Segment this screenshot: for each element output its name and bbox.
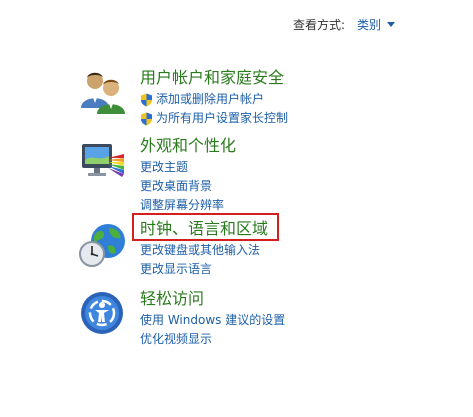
chevron-down-icon[interactable] (387, 22, 395, 27)
view-by-dropdown[interactable]: 类别 (357, 16, 395, 33)
category-title[interactable]: 轻松访问 (140, 289, 204, 309)
change-keyboard-input-method-link[interactable]: 更改键盘或其他输入法 (140, 241, 260, 260)
change-desktop-background-link[interactable]: 更改桌面背景 (140, 177, 224, 196)
clock-globe-icon[interactable] (78, 219, 128, 269)
use-recommended-settings-link[interactable]: 使用 Windows 建议的设置 (140, 311, 285, 330)
optimize-video-display-link[interactable]: 优化视频显示 (140, 330, 285, 349)
link-label[interactable]: 为所有用户设置家长控制 (156, 109, 288, 128)
add-remove-user-accounts-link[interactable]: 添加或删除用户帐户 (140, 90, 288, 109)
change-display-language-link[interactable]: 更改显示语言 (140, 260, 260, 279)
highlight-box (132, 213, 279, 241)
view-by-label: 查看方式: (292, 18, 345, 32)
uac-shield-icon (141, 93, 152, 106)
control-panel-page: 查看方式: 类别 用户帐户和家庭安全 添加或删除用户帐户 为所有用户设置家长控制… (0, 0, 473, 417)
category-title[interactable]: 用户帐户和家庭安全 (140, 68, 284, 88)
set-parental-controls-link[interactable]: 为所有用户设置家长控制 (140, 109, 288, 128)
category-title[interactable]: 外观和个性化 (140, 136, 236, 156)
uac-shield-icon (141, 112, 152, 125)
ease-of-access-icon[interactable] (78, 289, 128, 339)
view-by-control: 查看方式: 类别 (293, 16, 395, 33)
users-icon[interactable] (78, 68, 128, 118)
link-label[interactable]: 添加或删除用户帐户 (156, 90, 264, 109)
view-by-value[interactable]: 类别 (357, 16, 381, 33)
appearance-monitor-icon[interactable] (78, 136, 128, 186)
change-theme-link[interactable]: 更改主题 (140, 158, 224, 177)
